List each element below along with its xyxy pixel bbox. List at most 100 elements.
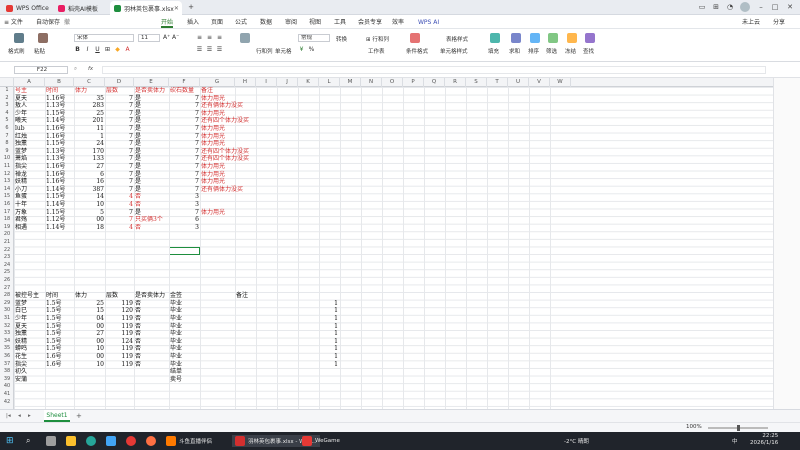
column-header-t[interactable]: T bbox=[487, 78, 508, 87]
cell[interactable]: 只买俩3个 bbox=[135, 216, 335, 224]
cell[interactable]: 10 bbox=[75, 201, 104, 209]
cell[interactable]: 7 bbox=[106, 133, 133, 141]
row-header[interactable]: 2 bbox=[0, 95, 14, 103]
cell[interactable]: 119 bbox=[106, 361, 133, 369]
cell[interactable]: 1 bbox=[330, 353, 338, 361]
menu-wps-ai[interactable]: WPS AI bbox=[418, 17, 439, 28]
cell[interactable]: 1 bbox=[330, 323, 338, 331]
cell[interactable]: 24 bbox=[75, 140, 104, 148]
column-header-g[interactable]: G bbox=[200, 78, 235, 87]
row-header[interactable]: 15 bbox=[0, 193, 14, 201]
weather-widget[interactable]: -2°C 晴朗 bbox=[564, 435, 589, 447]
edge-icon[interactable] bbox=[86, 435, 96, 447]
cell[interactable]: 119 bbox=[106, 300, 133, 308]
cell[interactable]: 7 bbox=[106, 140, 133, 148]
cell[interactable]: 7 bbox=[170, 110, 199, 118]
tab-current-workbook[interactable]: 羽林英包裹事.xlsx ✕ bbox=[110, 1, 182, 15]
column-header-c[interactable]: C bbox=[74, 78, 105, 87]
cell[interactable]: 170 bbox=[75, 148, 104, 156]
column-header-m[interactable]: M bbox=[340, 78, 361, 87]
cell[interactable]: 27 bbox=[75, 163, 104, 171]
cell[interactable]: 7 bbox=[170, 155, 199, 163]
cell[interactable]: 7 bbox=[170, 178, 199, 186]
fill-color-icon[interactable]: ◆ bbox=[114, 46, 121, 54]
cell[interactable]: 7 bbox=[106, 102, 133, 110]
row-header[interactable]: 10 bbox=[0, 155, 14, 163]
row-header[interactable]: 37 bbox=[0, 361, 14, 369]
cell[interactable]: 4 bbox=[106, 224, 133, 232]
row-header[interactable]: 27 bbox=[0, 285, 14, 293]
row-header[interactable]: 41 bbox=[0, 391, 14, 399]
rows-cols-menu[interactable]: ⊞ 行和列 bbox=[366, 35, 389, 43]
cell[interactable]: 否 bbox=[135, 224, 335, 232]
menu-page[interactable]: 页面 bbox=[211, 17, 223, 28]
cell[interactable]: 4 bbox=[106, 193, 133, 201]
tab-wps-office[interactable]: WPS Office bbox=[2, 1, 52, 15]
menu-review[interactable]: 审阅 bbox=[285, 17, 297, 28]
row-header[interactable]: 4 bbox=[0, 110, 14, 118]
name-box[interactable]: F22 bbox=[14, 66, 68, 74]
grid-icon[interactable]: ⊞ bbox=[711, 2, 721, 12]
cell[interactable]: 7 bbox=[170, 163, 199, 171]
file-explorer-icon[interactable] bbox=[66, 435, 76, 447]
row-header[interactable]: 24 bbox=[0, 262, 14, 270]
row-header[interactable]: 1 bbox=[0, 87, 14, 95]
column-header-l[interactable]: L bbox=[319, 78, 340, 87]
cell[interactable]: 7 bbox=[170, 125, 199, 133]
cell[interactable]: 7 bbox=[106, 178, 133, 186]
cell[interactable]: 备注 bbox=[201, 87, 401, 95]
underline-button[interactable]: U bbox=[94, 46, 101, 54]
cell[interactable]: 毕业 bbox=[170, 361, 370, 369]
row-header[interactable]: 18 bbox=[0, 216, 14, 224]
zoom-slider-thumb[interactable] bbox=[737, 425, 740, 431]
align-left-icon[interactable]: ☰ bbox=[196, 46, 203, 54]
cell[interactable]: 1 bbox=[330, 307, 338, 315]
cell[interactable]: 133 bbox=[75, 155, 104, 163]
sheet-tab-sheet1[interactable]: Sheet1 bbox=[44, 410, 70, 422]
cell[interactable]: 体力用光 bbox=[201, 133, 401, 141]
cell[interactable]: 16 bbox=[75, 178, 104, 186]
cell[interactable]: 4 bbox=[106, 201, 133, 209]
cell[interactable]: 1 bbox=[330, 315, 338, 323]
cell[interactable]: 毕业 bbox=[170, 353, 370, 361]
monitor-icon[interactable]: ▭ bbox=[697, 2, 707, 12]
align-middle-icon[interactable]: ≡ bbox=[206, 34, 213, 42]
format-painter-icon[interactable] bbox=[14, 33, 24, 43]
cell[interactable]: 00 bbox=[75, 353, 104, 361]
cell[interactable]: 毕业 bbox=[170, 307, 370, 315]
cell[interactable]: 7 bbox=[106, 171, 133, 179]
cell[interactable]: 7 bbox=[170, 117, 199, 125]
cell[interactable]: 25 bbox=[75, 300, 104, 308]
cell[interactable]: 27 bbox=[75, 330, 104, 338]
cell[interactable]: 毕业 bbox=[170, 300, 370, 308]
column-header-q[interactable]: Q bbox=[424, 78, 445, 87]
row-header[interactable]: 38 bbox=[0, 368, 14, 376]
menu-insert[interactable]: 插入 bbox=[187, 17, 199, 28]
cell[interactable]: 7 bbox=[106, 95, 133, 103]
cell[interactable]: 04 bbox=[75, 315, 104, 323]
cell[interactable]: 7 bbox=[170, 102, 199, 110]
new-tab-button[interactable]: + bbox=[186, 2, 196, 12]
row-header[interactable]: 6 bbox=[0, 125, 14, 133]
menu-file[interactable]: ≡ 文件 bbox=[4, 17, 23, 28]
row-header[interactable]: 17 bbox=[0, 209, 14, 217]
menu-formula[interactable]: 公式 bbox=[235, 17, 247, 28]
cell[interactable]: 毕业 bbox=[170, 338, 370, 346]
align-bottom-icon[interactable]: ≡ bbox=[216, 34, 223, 42]
share-button[interactable]: 分享 bbox=[773, 17, 785, 28]
row-header[interactable]: 7 bbox=[0, 133, 14, 141]
bold-button[interactable]: B bbox=[74, 46, 81, 54]
row-header[interactable]: 28 bbox=[0, 292, 14, 300]
row-header[interactable]: 40 bbox=[0, 383, 14, 391]
weibo-icon[interactable] bbox=[126, 435, 136, 447]
cell[interactable]: 00 bbox=[75, 216, 104, 224]
row-header[interactable]: 21 bbox=[0, 239, 14, 247]
row-header[interactable]: 16 bbox=[0, 201, 14, 209]
close-tab-icon[interactable]: ✕ bbox=[174, 5, 179, 12]
sort-label[interactable]: 排序 bbox=[528, 47, 539, 55]
row-header[interactable]: 26 bbox=[0, 277, 14, 285]
cell[interactable]: 283 bbox=[75, 102, 104, 110]
taskbar-app-douyu[interactable]: 斗鱼直播伴侣 bbox=[166, 435, 212, 447]
cell[interactable]: 否 bbox=[135, 201, 335, 209]
cell-style-label[interactable]: 单元格样式 bbox=[440, 47, 468, 55]
